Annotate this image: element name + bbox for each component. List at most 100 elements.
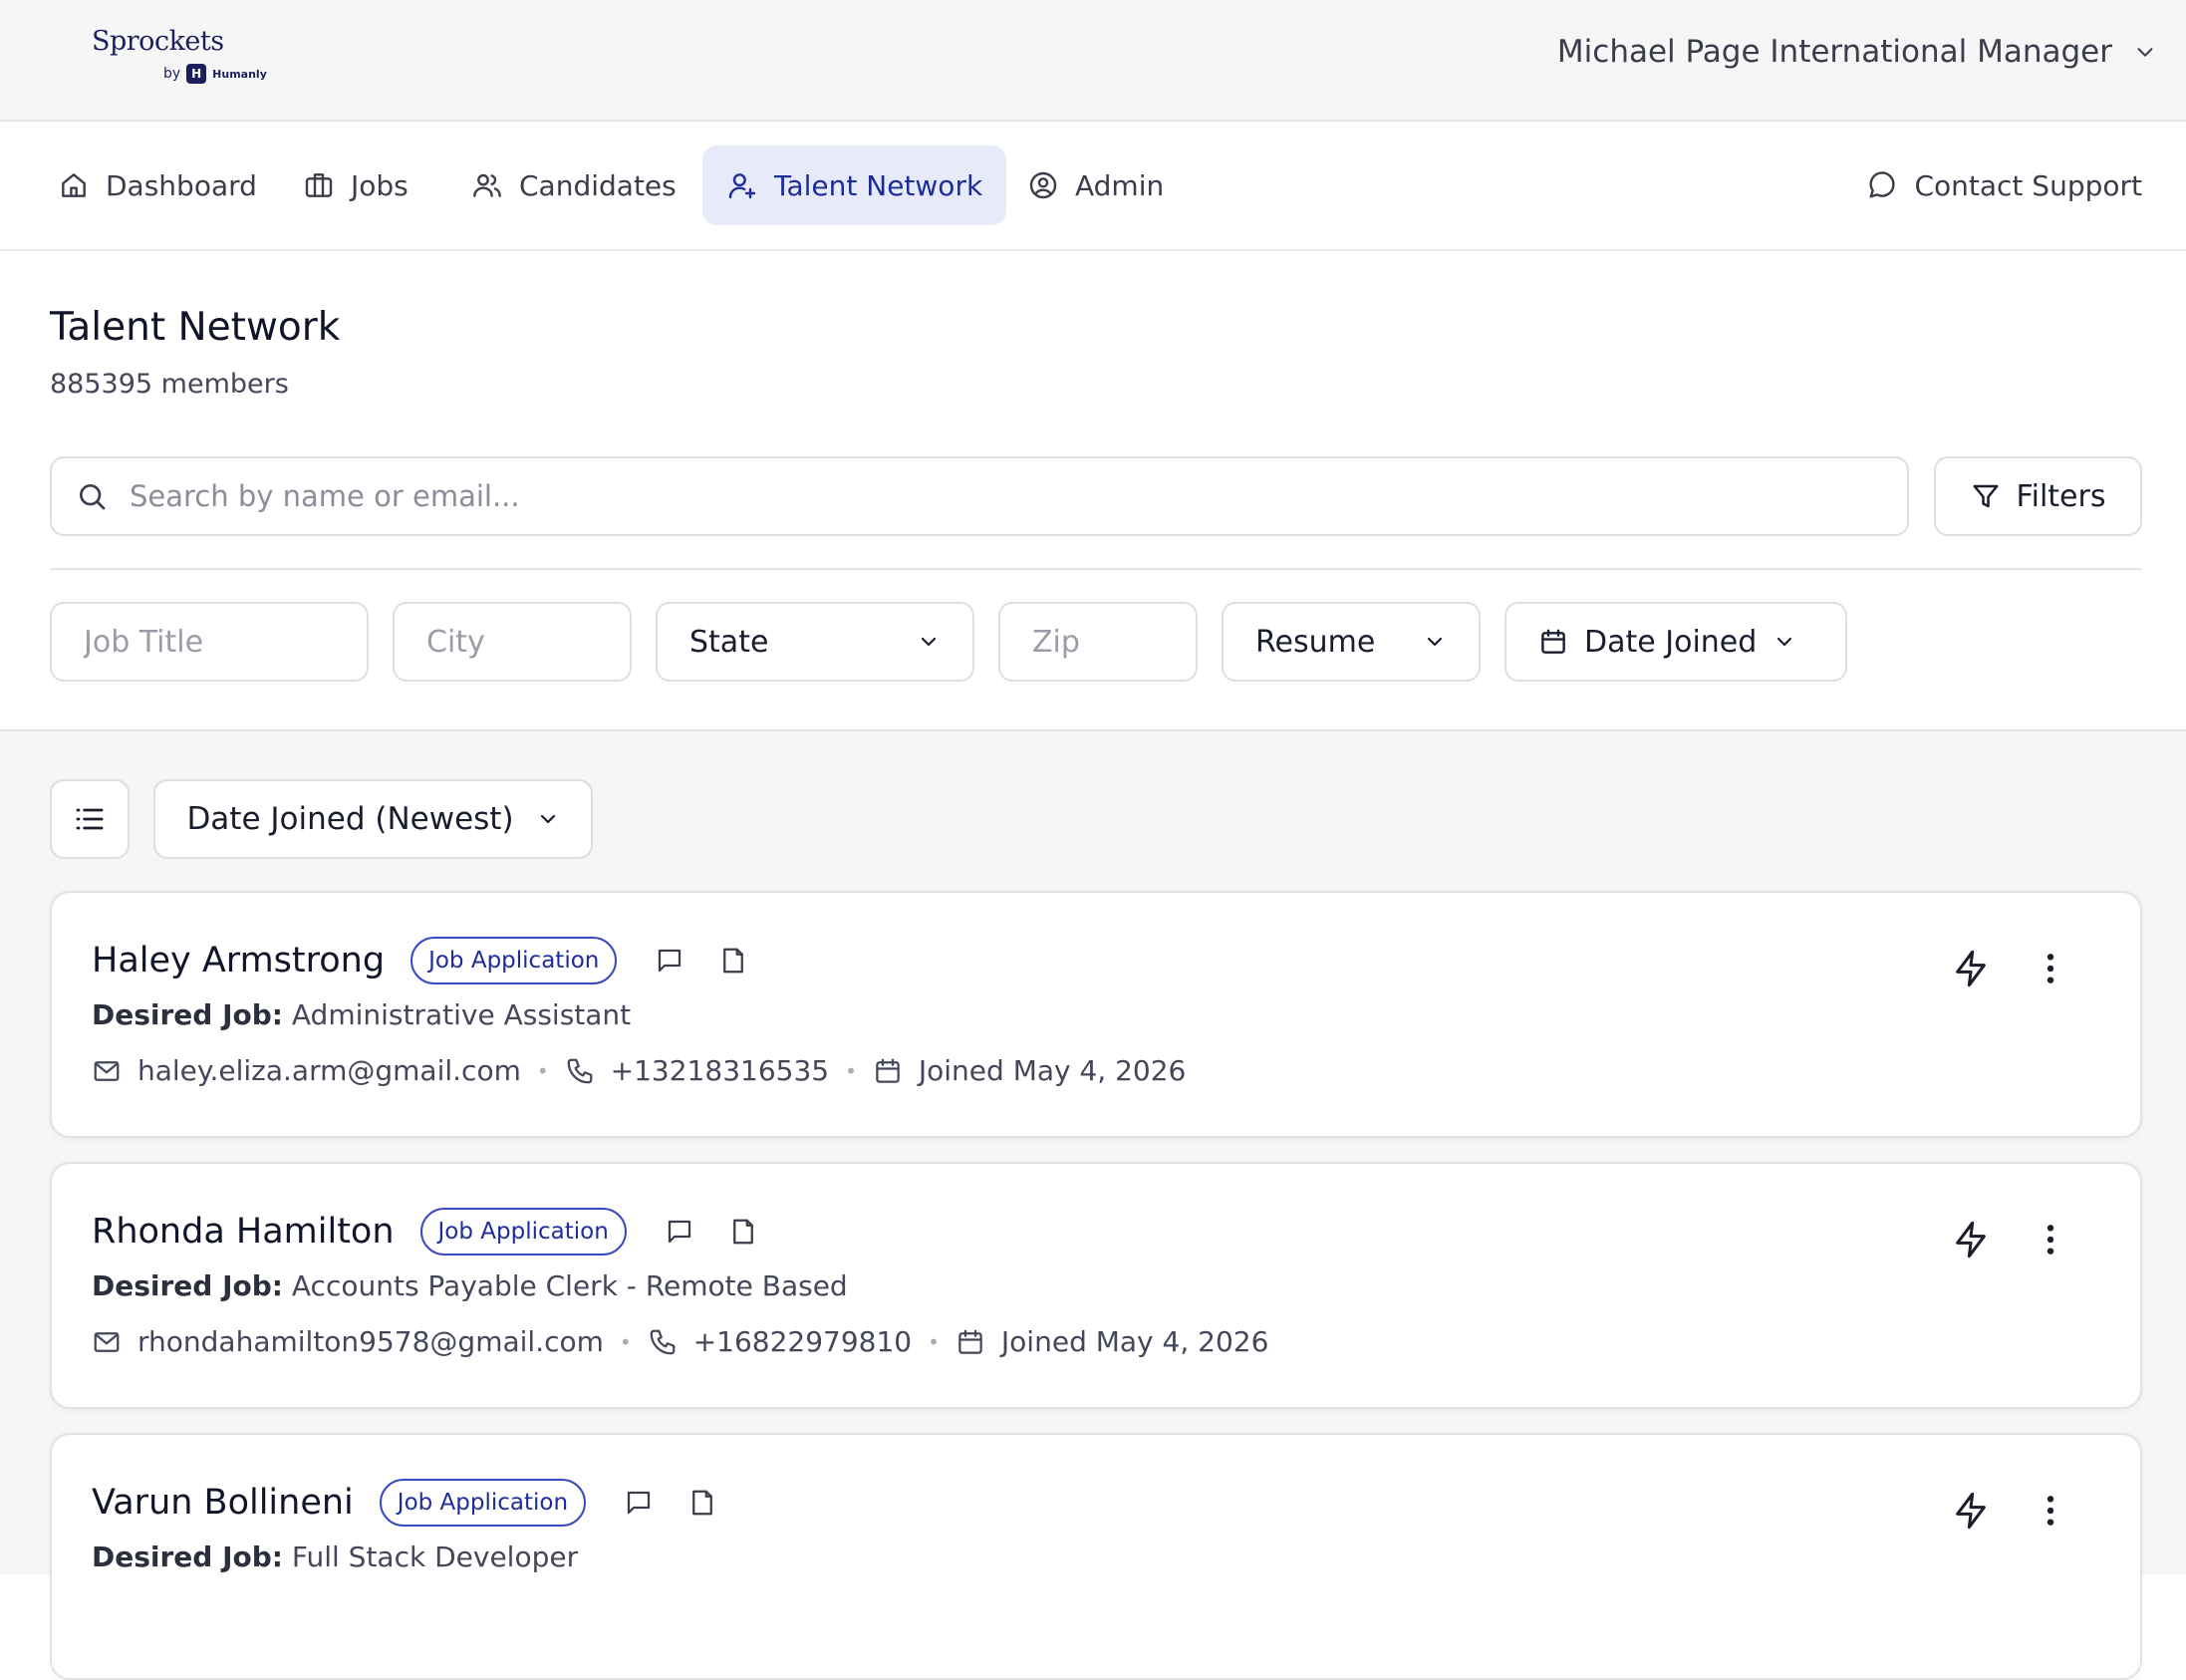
separator-dot: • xyxy=(928,1329,940,1354)
phone-icon xyxy=(648,1327,693,1357)
search-icon xyxy=(76,480,108,512)
calendar-icon xyxy=(1538,627,1568,657)
account-name: Michael Page International Manager xyxy=(1556,34,2112,70)
desired-job-value: Administrative Assistant xyxy=(291,998,632,1031)
nav-label-admin: Admin xyxy=(1075,168,1165,202)
calendar-icon xyxy=(873,1056,919,1086)
separator-dot: • xyxy=(536,1058,549,1083)
candidate-email[interactable]: haley.eliza.arm@gmail.com xyxy=(137,1054,521,1087)
briefcase-icon xyxy=(303,169,335,201)
chevron-down-icon xyxy=(2134,41,2156,63)
sort-dropdown[interactable]: Date Joined (Newest) xyxy=(153,779,593,859)
nav-item-talent-network[interactable]: Talent Network xyxy=(702,145,1007,225)
candidate-header: Varun Bollineni Job Application xyxy=(92,1479,717,1527)
candidate-name[interactable]: Haley Armstrong xyxy=(92,941,385,980)
separator-dot: • xyxy=(845,1058,857,1083)
zap-icon[interactable] xyxy=(1951,1220,1991,1260)
city-field xyxy=(393,602,632,682)
search-box xyxy=(50,456,1909,536)
state-select[interactable]: State xyxy=(656,602,974,682)
sort-label: Date Joined (Newest) xyxy=(186,801,514,837)
filters-label: Filters xyxy=(2016,478,2106,514)
zap-icon[interactable] xyxy=(1951,1491,1991,1531)
search-input[interactable] xyxy=(130,479,1823,513)
desired-job-label: Desired Job: xyxy=(92,1269,283,1302)
nav-item-dashboard[interactable]: Dashboard xyxy=(34,145,281,225)
chevron-down-icon xyxy=(917,630,941,654)
state-select-label: State xyxy=(689,624,769,660)
filter-icon xyxy=(1971,481,2001,511)
candidate-email[interactable]: rhondahamilton9578@gmail.com xyxy=(137,1325,604,1358)
resume-select[interactable]: Resume xyxy=(1222,602,1481,682)
user-circle-icon xyxy=(1027,169,1059,201)
message-square-icon[interactable] xyxy=(655,946,684,976)
more-vertical-icon[interactable] xyxy=(2031,949,2070,988)
calendar-icon xyxy=(956,1327,1001,1357)
desired-job-label: Desired Job: xyxy=(92,998,283,1031)
chevron-down-icon xyxy=(1423,630,1447,654)
desired-job: Desired Job: Accounts Payable Clerk - Re… xyxy=(92,1269,848,1302)
candidate-card[interactable]: Varun Bollineni Job Application Desired … xyxy=(50,1433,2142,1680)
user-plus-icon xyxy=(726,169,758,201)
candidate-card[interactable]: Haley Armstrong Job Application Desired … xyxy=(50,891,2142,1138)
zap-icon[interactable] xyxy=(1951,949,1991,988)
source-badge: Job Application xyxy=(379,1479,587,1527)
resume-select-label: Resume xyxy=(1255,624,1376,660)
more-vertical-icon[interactable] xyxy=(2031,1220,2070,1260)
sprockets-logo[interactable]: Sprockets by H Humanly xyxy=(92,20,271,90)
date-joined-label: Date Joined xyxy=(1584,624,1758,660)
main-nav: Dashboard Jobs Candidates Talent Network… xyxy=(0,122,2186,251)
source-badge: Job Application xyxy=(419,1208,627,1256)
contact-support-button[interactable]: Contact Support xyxy=(1842,145,2166,225)
filters-button[interactable]: Filters xyxy=(1934,456,2142,536)
date-joined-select[interactable]: Date Joined xyxy=(1504,602,1847,682)
candidate-header: Haley Armstrong Job Application xyxy=(92,937,748,984)
candidate-meta: rhondahamilton9578@gmail.com • +16822979… xyxy=(92,1325,1268,1358)
zip-input[interactable] xyxy=(1032,624,1164,660)
job-title-field xyxy=(50,602,369,682)
top-bar: Sprockets by H Humanly Michael Page Inte… xyxy=(0,0,2186,122)
candidate-joined: Joined May 4, 2026 xyxy=(918,1054,1187,1087)
list-view-button[interactable] xyxy=(50,779,130,859)
candidate-joined: Joined May 4, 2026 xyxy=(1000,1325,1269,1358)
phone-icon xyxy=(565,1056,611,1086)
desired-job-value: Accounts Payable Clerk - Remote Based xyxy=(291,1269,848,1302)
file-icon[interactable] xyxy=(687,1488,717,1518)
nav-label-talent-network: Talent Network xyxy=(774,168,983,202)
source-badge: Job Application xyxy=(410,937,618,984)
message-square-icon[interactable] xyxy=(624,1488,654,1518)
chevron-down-icon xyxy=(536,807,560,831)
file-icon[interactable] xyxy=(728,1217,758,1247)
users-icon xyxy=(471,169,503,201)
humanly-logo-icon: H xyxy=(186,64,207,84)
message-circle-icon xyxy=(1866,169,1898,201)
more-vertical-icon[interactable] xyxy=(2031,1491,2070,1531)
city-input[interactable] xyxy=(426,624,598,660)
desired-job-label: Desired Job: xyxy=(92,1540,283,1573)
nav-label-jobs: Jobs xyxy=(351,168,409,202)
candidate-meta: haley.eliza.arm@gmail.com • +13218316535… xyxy=(92,1054,1186,1087)
job-title-input[interactable] xyxy=(84,624,335,660)
nav-label-dashboard: Dashboard xyxy=(106,168,257,202)
logo-byline: by H Humanly xyxy=(163,64,267,84)
zip-field xyxy=(998,602,1198,682)
nav-item-candidates[interactable]: Candidates xyxy=(447,145,700,225)
file-icon[interactable] xyxy=(718,946,748,976)
list-icon xyxy=(72,801,108,837)
desired-job: Desired Job: Full Stack Developer xyxy=(92,1540,578,1573)
candidate-name[interactable]: Varun Bollineni xyxy=(92,1483,354,1523)
candidate-phone[interactable]: +13218316535 xyxy=(611,1054,829,1087)
member-count: 885395 members xyxy=(50,369,289,400)
candidate-name[interactable]: Rhonda Hamilton xyxy=(92,1212,395,1252)
account-menu[interactable]: Michael Page International Manager xyxy=(1557,34,2156,70)
message-square-icon[interactable] xyxy=(665,1217,694,1247)
desired-job: Desired Job: Administrative Assistant xyxy=(92,998,631,1031)
candidate-phone[interactable]: +16822979810 xyxy=(693,1325,912,1358)
candidate-card[interactable]: Rhonda Hamilton Job Application Desired … xyxy=(50,1162,2142,1409)
logo-wordmark: Sprockets xyxy=(92,26,224,57)
contact-support-label: Contact Support xyxy=(1914,168,2142,202)
logo-by: by xyxy=(163,66,181,82)
nav-item-admin[interactable]: Admin xyxy=(1003,145,1188,225)
home-icon xyxy=(58,169,90,201)
nav-item-jobs[interactable]: Jobs xyxy=(279,145,432,225)
